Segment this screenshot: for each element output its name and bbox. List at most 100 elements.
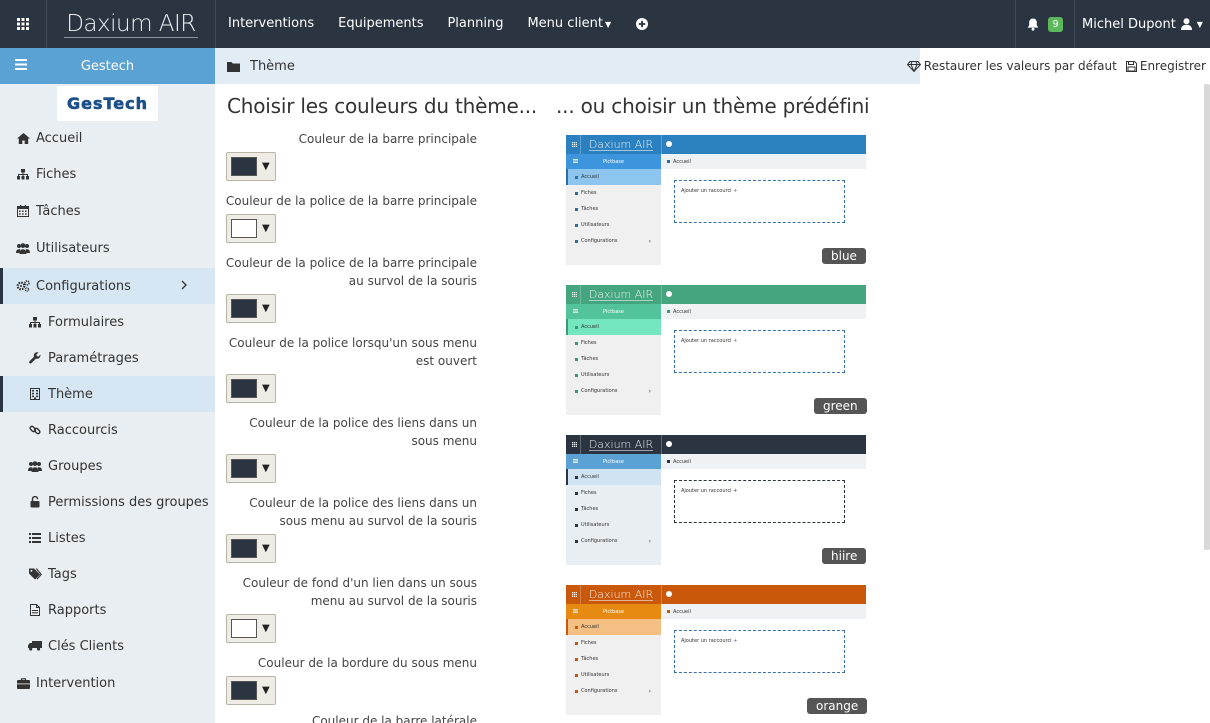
theme-name-badge[interactable]: hiire [822,548,867,564]
grid-icon [572,292,577,297]
truck-icon [28,639,42,653]
nav-planning[interactable]: Planning [435,0,515,48]
preview-breadcrumb: Accueil [661,154,866,169]
cogs-icon [575,689,578,693]
preview-item-label: Fiches [581,640,597,646]
color-picker[interactable]: ▼ [226,294,276,323]
sidebar-item-accueil[interactable]: Accueil [0,120,215,156]
calendar-icon [575,207,578,211]
preview-sidebar-item: Accueil [566,319,661,335]
sitemap-icon [575,341,578,345]
color-picker[interactable]: ▼ [226,214,276,243]
preview-sidebar-title: Pictbase [603,608,624,615]
notifications-button[interactable]: 9 [1015,0,1074,48]
preview-top-bar: Daxium AIR [566,585,866,604]
restore-defaults-button[interactable]: Restaurer les valeurs par défaut [906,59,1117,73]
preview-logo-text: Daxium AIR [588,287,654,301]
grid-icon [572,142,577,147]
user-menu[interactable]: Michel Dupont ▼ [1074,0,1210,48]
sidebar-item-label: Clés Clients [48,638,125,654]
preview-shortcut-label: Ajouter un raccourci [681,338,732,344]
sidebar-item-raccourcis[interactable]: Raccourcis [0,412,215,448]
wrench-icon [28,351,42,365]
preview-breadcrumb: Accueil [661,454,866,469]
chevron-right-icon: › [648,237,651,245]
preview-sidebar-title: Pictbase [603,458,624,465]
grid-icon [17,18,29,30]
theme-preview-green[interactable]: Daxium AIR Pictbase Accueil Fiches Tâches Uti… [566,285,866,415]
sidebar-item-label: Thème [48,386,93,402]
color-picker[interactable]: ▼ [226,614,276,643]
preview-top-bar: Daxium AIR [566,285,866,304]
preview-sidebar-header: Pictbase [566,154,661,169]
sidebar-item-taches[interactable]: Tâches [0,193,215,229]
preview-breadcrumb-label: Accueil [673,458,691,465]
apps-grid-button[interactable] [0,0,47,48]
grid-icon [572,592,577,597]
preview-logo: Daxium AIR [580,135,662,154]
theme-name-badge[interactable]: green [814,398,867,414]
color-picker[interactable]: ▼ [226,676,276,705]
sidebar-item-formulaires[interactable]: Formulaires [0,304,215,340]
bell-icon [1027,18,1039,31]
nav-menu-client[interactable]: Menu client ▼ [515,0,623,49]
page-actions: Restaurer les valeurs par défaut Enregis… [906,48,1210,84]
sidebar-item-tags[interactable]: Tags [0,556,215,592]
sidebar-item-fiches[interactable]: Fiches [0,156,215,192]
color-swatch [231,219,257,238]
preview-item-label: Configurations [581,238,618,244]
sidebar-item-rapports[interactable]: Rapports [0,592,215,628]
top-bar: Daxium AIR Interventions Equipements Pla… [0,0,1210,48]
sidebar-item-intervention[interactable]: Intervention [0,665,215,701]
theme-name-badge[interactable]: blue [822,248,866,264]
sidebar-item-utilisateurs[interactable]: Utilisateurs [0,230,215,266]
theme-preview-orange[interactable]: Daxium AIR Pictbase Accueil Fiches Tâches Uti… [566,585,866,715]
preview-sidebar-item: Fiches [566,635,661,651]
sidebar-item-parametrages[interactable]: Paramétrages [0,340,215,376]
scrollbar[interactable] [1204,84,1210,550]
hamburger-icon [573,609,578,613]
app-logo[interactable]: Daxium AIR [47,0,216,48]
add-button[interactable] [623,0,661,48]
nav-equipements[interactable]: Equipements [326,0,435,48]
preview-shortcut-label: Ajouter un raccourci [681,488,732,494]
color-picker[interactable]: ▼ [226,534,276,563]
plus-circle-icon [666,141,672,147]
preview-logo: Daxium AIR [580,285,662,304]
diamond-icon [906,60,921,72]
preview-sidebar-item: Configurations › [566,383,661,399]
preview-sidebar-header: Pictbase [566,454,661,469]
color-picker[interactable]: ▼ [226,152,276,181]
plus-circle-icon [636,18,649,30]
theme-name-badge[interactable]: orange [807,698,868,714]
organization-logo-text: GesTech [66,94,149,114]
nav-interventions[interactable]: Interventions [216,0,326,48]
sidebar-item-listes[interactable]: Listes [0,520,215,556]
preview-sidebar: Pictbase Accueil Fiches Tâches Utilisateurs C… [566,454,661,565]
page-header: Thème [215,48,920,84]
sidebar-item-configurations[interactable]: Configurations [0,268,215,304]
sidebar-item-cles-clients[interactable]: Clés Clients [0,628,215,664]
theme-preview-hiire[interactable]: Daxium AIR Pictbase Accueil Fiches Tâches Uti… [566,435,866,565]
themes-section-title: ... ou choisir un thème prédéfini [556,94,870,118]
preview-logo-text: Daxium AIR [588,437,654,451]
preview-item-label: Tâches [581,656,599,662]
app-logo-text: Daxium AIR [64,10,198,38]
sidebar-item-theme[interactable]: Thème [0,376,215,412]
save-label: Enregistrer [1139,59,1206,73]
page-title: Thème [250,58,295,74]
save-button[interactable]: Enregistrer [1125,59,1206,73]
cogs-icon [16,279,30,293]
preview-shortcut-box: Ajouter un raccourci + [674,330,845,373]
sidebar-item-label: Tags [48,566,77,582]
calendar-icon [575,657,578,661]
grid-icon [572,442,577,447]
preview-item-label: Utilisateurs [581,372,610,378]
caret-down-icon: ▼ [262,543,270,554]
color-field-label: Couleur de la police de la barre princip… [225,256,477,288]
sidebar-item-permissions[interactable]: Permissions des groupes [0,484,215,520]
sidebar-item-groupes[interactable]: Groupes [0,448,215,484]
color-picker[interactable]: ▼ [226,374,276,403]
theme-preview-blue[interactable]: Daxium AIR Pictbase Accueil Fiches Tâches Uti… [566,135,866,265]
color-picker[interactable]: ▼ [226,454,276,483]
